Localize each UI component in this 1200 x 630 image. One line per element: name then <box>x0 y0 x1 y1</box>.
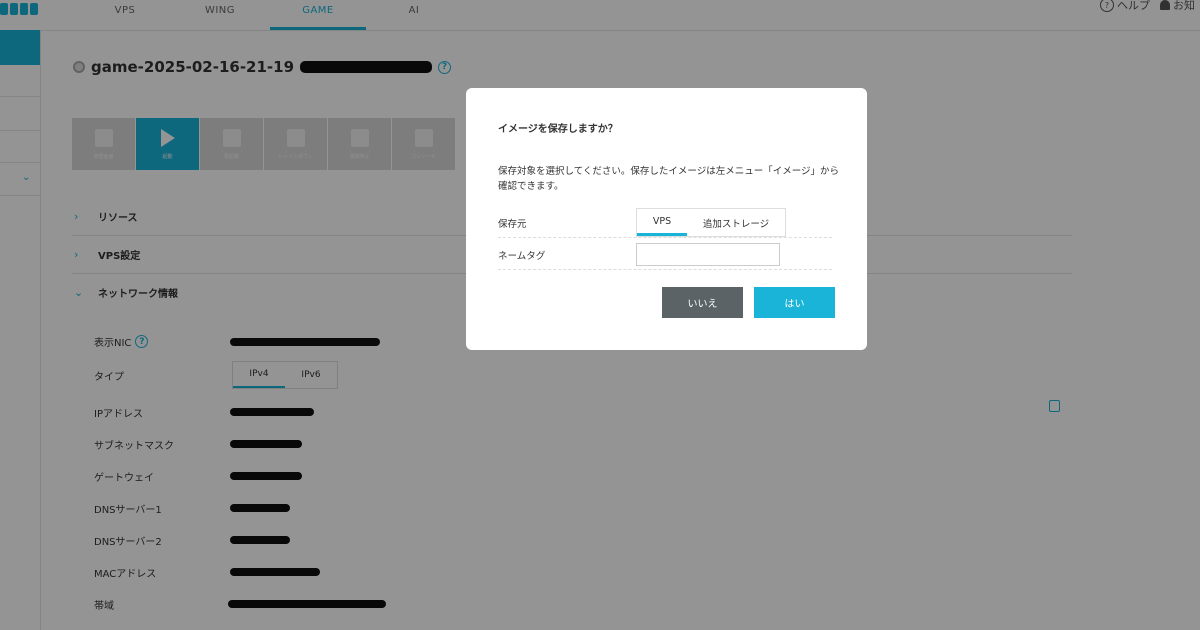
divider <box>498 269 832 270</box>
no-button[interactable]: いいえ <box>662 287 743 318</box>
dialog-description: 保存対象を選択してください。保存したイメージは左メニュー「イメージ」から確認でき… <box>498 166 840 192</box>
yes-button[interactable]: はい <box>754 287 835 318</box>
source-label: 保存元 <box>498 219 527 230</box>
divider <box>498 237 832 238</box>
save-image-dialog: イメージを保存しますか？ 保存対象を選択してください。保存したイメージは左メニュ… <box>466 88 867 350</box>
dialog-title: イメージを保存しますか？ <box>498 124 618 135</box>
source-selector: VPS 追加ストレージ <box>636 208 786 237</box>
nametag-input[interactable] <box>636 243 780 266</box>
source-option-vps[interactable]: VPS <box>637 209 687 236</box>
nametag-label: ネームタグ <box>498 251 546 262</box>
source-option-storage[interactable]: 追加ストレージ <box>687 209 785 236</box>
